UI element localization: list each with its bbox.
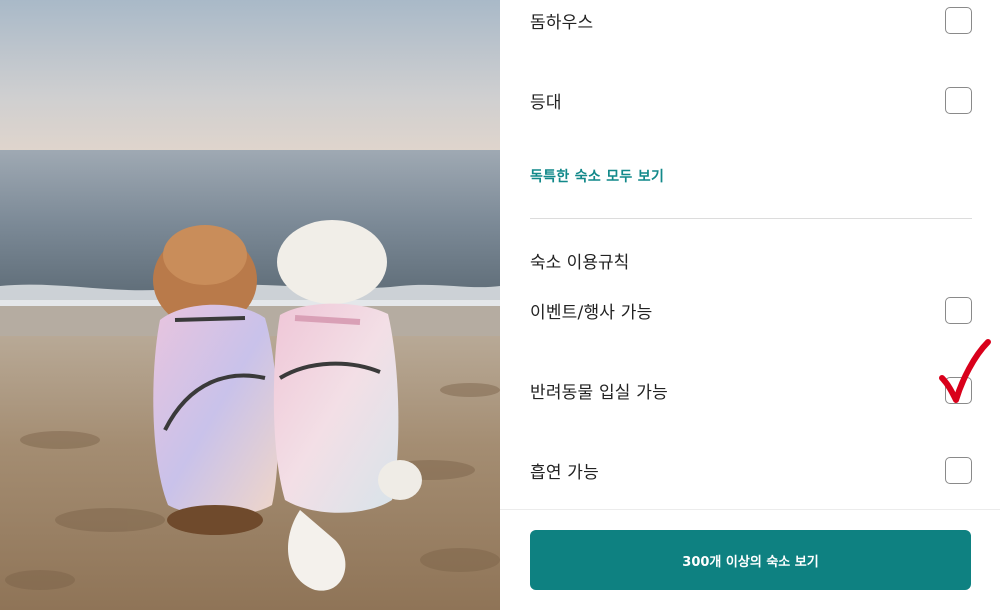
- photo-illustration: [0, 0, 500, 610]
- checkbox-pets-allowed[interactable]: [945, 376, 972, 404]
- checkbox-events-allowed[interactable]: [945, 296, 972, 324]
- checkbox-smoking-allowed[interactable]: [945, 456, 972, 484]
- house-rules-heading: 숙소 이용규칙: [530, 253, 630, 273]
- filter-row-events-allowed[interactable]: 이벤트/행사 가능: [530, 290, 972, 330]
- filter-label: 반려동물 입실 가능: [530, 382, 668, 403]
- checkbox-lighthouse[interactable]: [945, 86, 972, 114]
- filter-label: 이벤트/행사 가능: [530, 302, 653, 323]
- show-stays-button[interactable]: 300개 이상의 숙소 보기: [530, 530, 971, 590]
- filter-label: 돔하우스: [530, 12, 594, 33]
- section-divider: [530, 218, 972, 219]
- filter-row-dome-house[interactable]: 돔하우스: [530, 0, 972, 40]
- filter-row-pets-allowed[interactable]: 반려동물 입실 가능: [530, 370, 972, 410]
- filter-row-smoking-allowed[interactable]: 흡연 가능: [530, 450, 972, 490]
- dogs-beach-photo: [0, 0, 500, 610]
- footer-divider: [500, 509, 1000, 510]
- filter-panel: 돔하우스 등대 독특한 숙소 모두 보기 숙소 이용규칙 이벤트/행사 가능 반…: [500, 0, 1000, 610]
- filter-label: 흡연 가능: [530, 462, 599, 483]
- show-all-unique-stays-link[interactable]: 독특한 숙소 모두 보기: [530, 166, 664, 186]
- filter-label: 등대: [530, 92, 562, 113]
- filter-row-lighthouse[interactable]: 등대: [530, 80, 972, 120]
- checkbox-dome-house[interactable]: [945, 6, 972, 34]
